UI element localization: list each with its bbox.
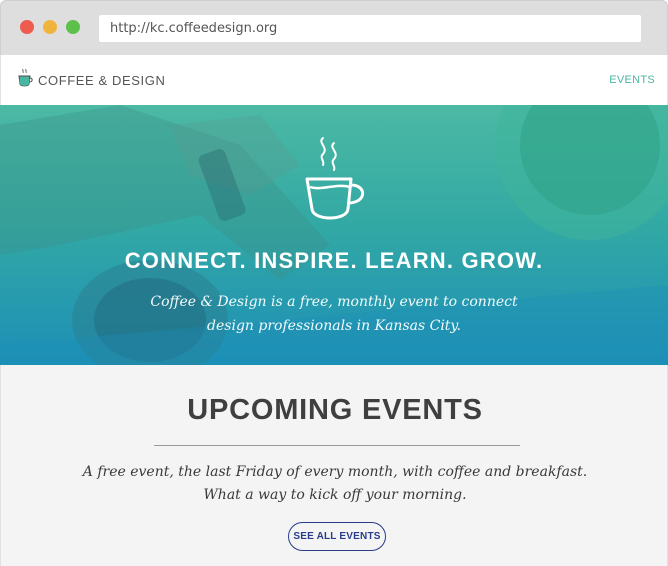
events-title: UPCOMING EVENTS (187, 394, 483, 426)
nav-link-events[interactable]: EVENTS (609, 74, 655, 86)
site-header: COFFEE & DESIGN EVENTS (0, 55, 668, 105)
site-logo[interactable]: COFFEE & DESIGN (17, 68, 165, 88)
upcoming-events-section: UPCOMING EVENTS A free event, the last F… (0, 365, 668, 566)
coffee-cup-icon (18, 68, 33, 87)
events-description: A free event, the last Friday of every m… (75, 461, 595, 507)
events-description-line: What a way to kick off your morning. (203, 487, 467, 503)
address-bar[interactable]: http://kc.coffeedesign.org (99, 15, 641, 42)
see-all-events-button[interactable]: SEE ALL EVENTS (288, 522, 386, 551)
events-description-line: A free event, the last Friday of every m… (82, 464, 588, 480)
logo-text: COFFEE & DESIGN (38, 72, 166, 88)
close-window-button[interactable] (20, 20, 34, 34)
minimize-window-button[interactable] (43, 20, 57, 34)
hero-heading: CONNECT. INSPIRE. LEARN. GROW. (124, 248, 544, 273)
maximize-window-button[interactable] (66, 20, 80, 34)
divider (154, 445, 520, 446)
hero-subtext: Coffee & Design is a free, monthly event… (150, 294, 518, 334)
browser-chrome: http://kc.coffeedesign.org (0, 0, 668, 55)
hero-section: CONNECT. INSPIRE. LEARN. GROW. Coffee & … (0, 105, 668, 365)
coffee-cup-icon (305, 137, 365, 220)
